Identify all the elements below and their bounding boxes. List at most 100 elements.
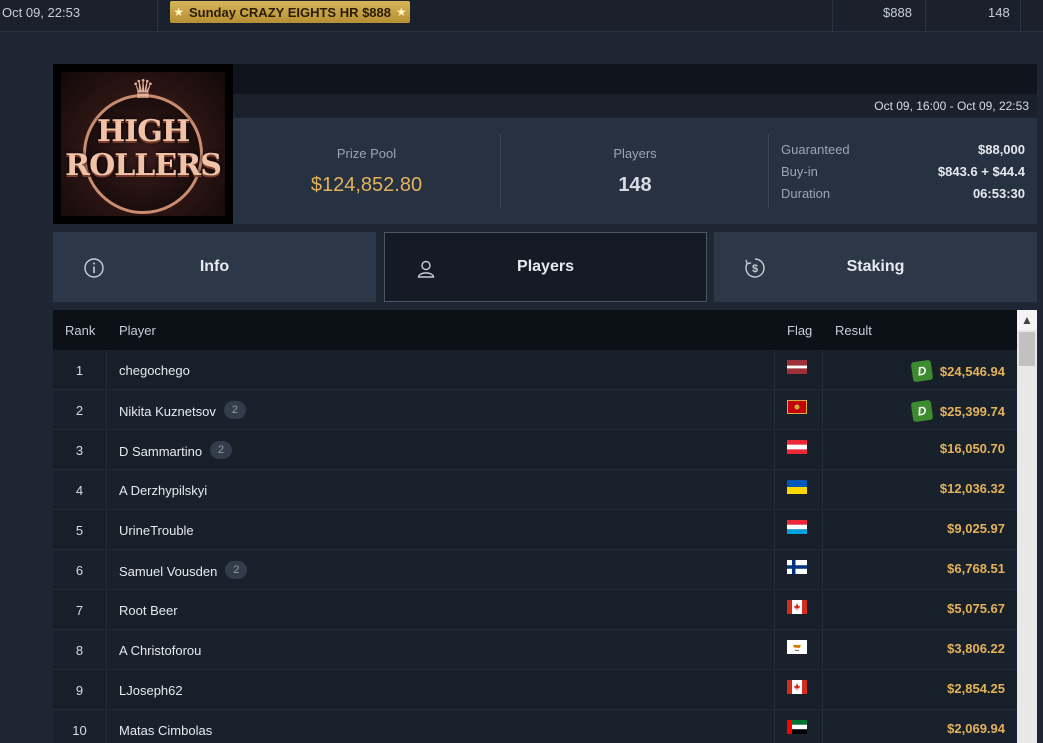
cell-divider xyxy=(822,430,823,470)
table-row[interactable]: 5 UrineTrouble $9,025.97 xyxy=(53,510,1017,550)
star-icon: ★ xyxy=(396,5,407,19)
row-rank: 6 xyxy=(75,563,84,578)
entries-count-badge: 2 xyxy=(225,561,248,579)
row-rank: 7 xyxy=(75,603,84,618)
row-player[interactable]: chegochego xyxy=(119,363,190,378)
row-result: D $24,546.94 xyxy=(910,359,1005,383)
flag-finland-icon xyxy=(787,560,807,574)
column-divider xyxy=(832,0,833,31)
column-divider xyxy=(1020,0,1021,31)
tab-info[interactable]: Info xyxy=(53,232,376,302)
row-player[interactable]: Matas Cimbolas xyxy=(119,723,212,738)
tournament-stats: Prize Pool $124,852.80 Players 148 Guara… xyxy=(233,118,1037,224)
result-amount: $24,546.94 xyxy=(939,363,1005,379)
table-row[interactable]: 3 D Sammartino 2 $16,050.70 xyxy=(53,430,1017,470)
player-name[interactable]: Samuel Vousden xyxy=(119,564,217,579)
row-rank: 3 xyxy=(75,443,84,458)
row-rank: 5 xyxy=(75,523,84,538)
cell-divider xyxy=(822,470,823,510)
result-amount: $2,069.94 xyxy=(947,721,1005,736)
player-name[interactable]: Root Beer xyxy=(119,603,178,618)
row-player[interactable]: A Christoforou xyxy=(119,643,201,658)
tournament-list-row[interactable]: Oct 09, 22:53 ★ Sunday CRAZY EIGHTS HR $… xyxy=(0,0,1043,32)
player-name[interactable]: Nikita Kuznetsov xyxy=(119,404,216,419)
result-amount: $9,025.97 xyxy=(947,521,1005,536)
cell-divider xyxy=(822,510,823,550)
logo-text-line1: HIGH xyxy=(96,114,190,149)
cell-divider xyxy=(774,510,775,550)
row-rank: 9 xyxy=(75,683,84,698)
row-result: $2,069.94 xyxy=(947,721,1005,736)
row-player[interactable]: Nikita Kuznetsov 2 xyxy=(119,401,246,419)
scrollbar-thumb[interactable] xyxy=(1019,332,1035,366)
tournament-name-badge[interactable]: ★ Sunday CRAZY EIGHTS HR $888 ★ xyxy=(170,1,410,23)
player-name[interactable]: A Derzhypilskyi xyxy=(119,483,207,498)
duration-label: Duration xyxy=(781,186,831,201)
player-name[interactable]: A Christoforou xyxy=(119,643,201,658)
row-player[interactable]: Root Beer xyxy=(119,603,178,618)
flag-luxembourg-icon xyxy=(787,520,807,534)
table-row[interactable]: 2 Nikita Kuznetsov 2 D $25,399.74 xyxy=(53,390,1017,430)
info-circle-icon xyxy=(84,258,104,278)
col-rank-header[interactable]: Rank xyxy=(65,323,95,338)
cell-divider xyxy=(774,470,775,510)
row-date: Oct 09, 22:53 xyxy=(2,5,81,20)
row-rank: 8 xyxy=(75,643,84,658)
tournament-date-range: Oct 09, 16:00 - Oct 09, 22:53 xyxy=(233,94,1037,118)
row-player[interactable]: D Sammartino 2 xyxy=(119,441,233,459)
table-scrollbar[interactable]: ▲ xyxy=(1017,310,1037,743)
tab-staking[interactable]: $ Staking xyxy=(714,232,1037,302)
cell-divider xyxy=(106,350,107,390)
result-amount: $5,075.67 xyxy=(947,601,1005,616)
player-name[interactable]: D Sammartino xyxy=(119,444,202,459)
cell-divider xyxy=(106,710,107,743)
col-player-header[interactable]: Player xyxy=(119,323,156,338)
crown-icon: ♛ xyxy=(131,74,155,104)
cell-divider xyxy=(774,350,775,390)
tab-players[interactable]: Players xyxy=(384,232,707,302)
table-row[interactable]: 9 LJoseph62 $2,854.25 xyxy=(53,670,1017,710)
flag-uae-icon xyxy=(787,720,807,734)
cell-divider xyxy=(106,550,107,590)
cell-divider xyxy=(822,590,823,630)
row-player[interactable]: Samuel Vousden 2 xyxy=(119,561,248,579)
cell-divider xyxy=(822,710,823,743)
cell-divider xyxy=(822,350,823,390)
row-player[interactable]: A Derzhypilskyi xyxy=(119,483,207,498)
result-amount: $3,806.22 xyxy=(947,641,1005,656)
player-name[interactable]: UrineTrouble xyxy=(119,523,194,538)
cell-divider xyxy=(106,590,107,630)
scroll-up-arrow-icon[interactable]: ▲ xyxy=(1017,310,1037,330)
flag-montenegro-icon xyxy=(787,400,807,414)
player-name[interactable]: chegochego xyxy=(119,363,190,378)
header-title-bar xyxy=(233,64,1037,94)
duration-value: 06:53:30 xyxy=(972,186,1025,201)
player-name[interactable]: LJoseph62 xyxy=(119,683,183,698)
result-amount: $12,036.32 xyxy=(939,481,1005,496)
column-divider xyxy=(925,0,926,31)
result-amount: $25,399.74 xyxy=(939,403,1005,419)
table-row[interactable]: 4 A Derzhypilskyi $12,036.32 xyxy=(53,470,1017,510)
col-result-header[interactable]: Result xyxy=(835,323,872,338)
table-row[interactable]: 8 A Christoforou $3,806.22 xyxy=(53,630,1017,670)
star-icon: ★ xyxy=(173,5,184,19)
cell-divider xyxy=(822,390,823,430)
player-name[interactable]: Matas Cimbolas xyxy=(119,723,212,738)
cell-divider xyxy=(106,390,107,430)
row-player[interactable]: LJoseph62 xyxy=(119,683,183,698)
cell-divider xyxy=(106,430,107,470)
row-player[interactable]: UrineTrouble xyxy=(119,523,194,538)
row-rank: 10 xyxy=(72,723,87,738)
table-row[interactable]: 1 chegochego D $24,546.94 xyxy=(53,350,1017,390)
table-row[interactable]: 6 Samuel Vousden 2 $6,768.51 xyxy=(53,550,1017,590)
result-amount: $2,854.25 xyxy=(947,681,1005,696)
table-row[interactable]: 10 Matas Cimbolas $2,069.94 xyxy=(53,710,1017,743)
cell-divider xyxy=(106,470,107,510)
row-result: $3,806.22 xyxy=(947,641,1005,656)
cell-divider xyxy=(774,430,775,470)
row-result: $9,025.97 xyxy=(947,521,1005,536)
table-row[interactable]: 7 Root Beer $5,075.67 xyxy=(53,590,1017,630)
col-flag-header[interactable]: Flag xyxy=(787,323,812,338)
row-result: $16,050.70 xyxy=(940,441,1005,456)
buyin-value: $843.6 + $44.4 xyxy=(937,164,1025,179)
